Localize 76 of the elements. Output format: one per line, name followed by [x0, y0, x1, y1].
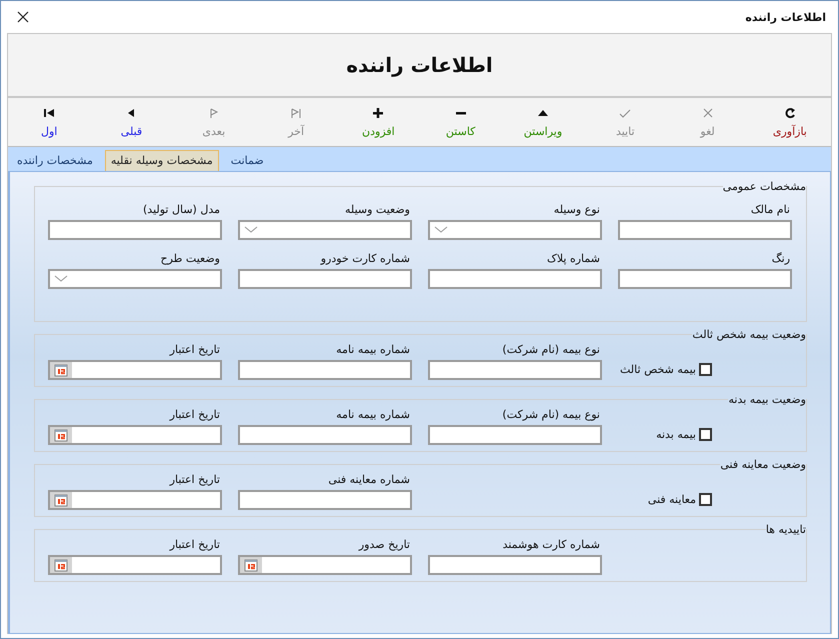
plus-icon	[372, 106, 384, 118]
calendar-icon	[54, 493, 68, 507]
checkbox[interactable]	[699, 428, 712, 441]
chevron-down-icon	[434, 226, 448, 234]
input-field[interactable]	[238, 490, 412, 510]
dropdown[interactable]	[238, 220, 412, 240]
input-field[interactable]	[428, 555, 602, 575]
field-label: شماره بیمه نامه	[335, 343, 411, 357]
date-field[interactable]	[48, 360, 222, 380]
field-label: وضعیت وسیله	[344, 203, 411, 217]
group-title: مشخصات عمومی	[722, 180, 806, 193]
tab[interactable]: مشخصات وسیله نقلیه	[104, 150, 219, 171]
checkbox-label: بیمه شخص ثالث	[620, 363, 696, 376]
window-title: اطلاعات راننده	[745, 10, 826, 24]
next-record-icon	[208, 106, 220, 118]
field-label: تاریخ اعتبار	[168, 408, 221, 422]
field-label: وضعیت طرح	[159, 252, 221, 266]
input-field[interactable]	[238, 425, 412, 445]
tab[interactable]: مشخصات راننده	[11, 150, 99, 171]
toolbar-button[interactable]: افزودن	[337, 98, 420, 146]
date-field[interactable]	[48, 490, 222, 510]
field-label: تاریخ اعتبار	[168, 343, 221, 357]
date-field[interactable]	[48, 425, 222, 445]
input-field[interactable]	[428, 425, 602, 445]
checkbox[interactable]	[699, 493, 712, 506]
calendar-icon	[54, 428, 68, 442]
check-icon	[619, 106, 632, 118]
redo-icon	[784, 106, 796, 118]
checkbox[interactable]	[699, 363, 712, 376]
input-field[interactable]	[48, 220, 222, 240]
group-title: تاییدیه ها	[766, 523, 806, 536]
field-label: شماره کارت خودرو	[319, 252, 411, 266]
group-title: وضعیت معاینه فنی	[720, 458, 806, 471]
date-field[interactable]	[238, 555, 412, 575]
toolbar-button[interactable]: ویراستن	[502, 98, 584, 146]
cancel-icon	[702, 106, 714, 118]
input-field[interactable]	[428, 360, 602, 380]
calendar-icon	[244, 558, 258, 572]
input-field[interactable]	[618, 269, 792, 289]
field-label: نام مالک	[750, 203, 791, 217]
date-field[interactable]	[48, 555, 222, 575]
checkbox-label: بیمه بدنه	[656, 428, 696, 441]
tab[interactable]: ضمانت	[224, 150, 270, 171]
field-label: مدل (سال تولید)	[142, 203, 221, 217]
field-label: نوع بیمه (نام شرکت)	[501, 343, 601, 357]
checkbox-label: معاینه فنی	[648, 493, 696, 506]
toolbar-button[interactable]: بازآوری	[748, 98, 831, 146]
input-field[interactable]	[238, 360, 412, 380]
dropdown[interactable]	[428, 220, 602, 240]
field-label: شماره معاینه فنی	[327, 473, 411, 487]
close-icon[interactable]	[15, 9, 31, 25]
group-title: وضعیت بیمه شخص ثالث	[692, 328, 806, 341]
first-icon	[43, 106, 56, 118]
toolbar-button[interactable]: اول	[8, 98, 90, 146]
field-label: تاریخ اعتبار	[168, 538, 221, 552]
chevron-down-icon	[244, 226, 258, 234]
input-field[interactable]	[618, 220, 792, 240]
field-label: شماره پلاک	[546, 252, 601, 266]
toolbar-button[interactable]: قبلی	[90, 98, 173, 146]
input-field[interactable]	[238, 269, 412, 289]
field-label: نوع وسیله	[552, 203, 601, 217]
field-label: شماره بیمه نامه	[335, 408, 411, 422]
dropdown[interactable]	[48, 269, 222, 289]
field-label: تاریخ صدور	[357, 538, 411, 552]
group-title: وضعیت بیمه بدنه	[728, 393, 806, 406]
last-record-icon	[290, 106, 302, 118]
calendar-icon	[54, 363, 68, 377]
input-field[interactable]	[428, 269, 602, 289]
form-title: اطلاعات راننده	[346, 53, 493, 77]
toolbar-button[interactable]: کاستن	[420, 98, 502, 146]
calendar-icon	[54, 558, 68, 572]
field-label: رنگ	[770, 252, 791, 266]
field-label: تاریخ اعتبار	[168, 473, 221, 487]
chevron-down-icon	[54, 275, 68, 283]
field-label: شماره کارت هوشمند	[502, 538, 601, 552]
field-label: نوع بیمه (نام شرکت)	[501, 408, 601, 422]
